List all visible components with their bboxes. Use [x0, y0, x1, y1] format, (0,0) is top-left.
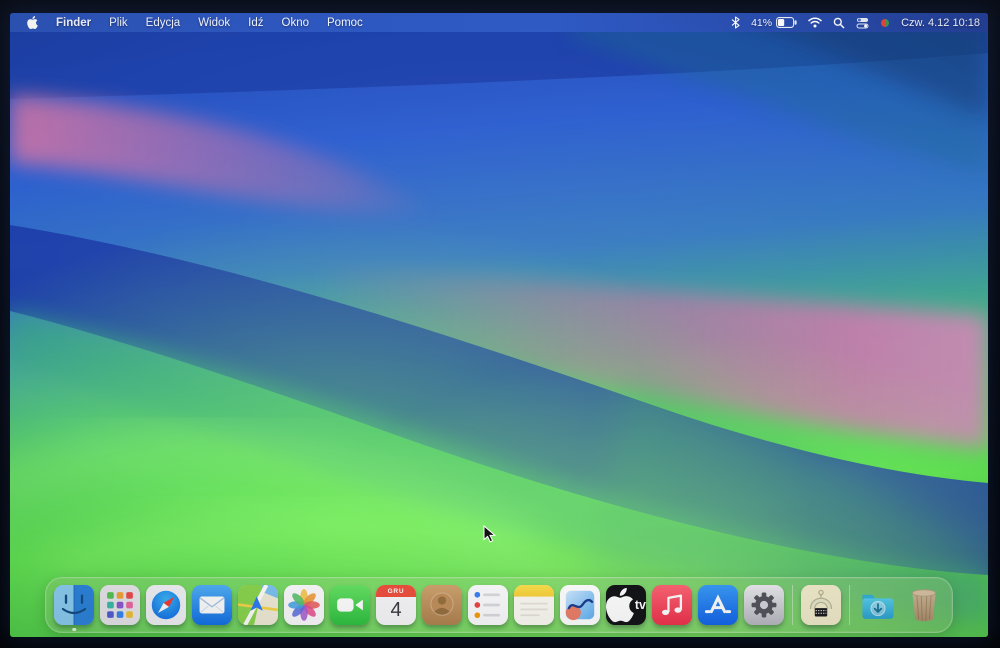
monitor-bezel: Finder Plik Edycja Widok Idź Okno Pomoc …: [0, 0, 1000, 648]
menu-widok[interactable]: Widok: [189, 17, 239, 29]
system-settings-icon: [744, 585, 784, 625]
apple-logo-icon: [27, 16, 38, 29]
dock-item-trash[interactable]: [904, 585, 944, 625]
launchpad-icon: [100, 585, 140, 625]
apple-tv-apple-glyph: [606, 587, 634, 623]
running-indicator: [72, 627, 76, 631]
photos-icon: [284, 585, 324, 625]
app-store-icon: [698, 585, 738, 625]
dock-item-contacts[interactable]: [422, 585, 462, 625]
dock-item-freeform[interactable]: [560, 585, 600, 625]
menu-bar: Finder Plik Edycja Widok Idź Okno Pomoc …: [10, 13, 988, 32]
wallpaper: [10, 13, 988, 637]
freeform-icon: [560, 585, 600, 625]
maps-icon: [238, 585, 278, 625]
menu-bar-clock[interactable]: Czw. 4.12 10:18: [901, 17, 980, 29]
control-center-icon[interactable]: [856, 17, 869, 29]
trash-icon: [912, 589, 936, 622]
finder-icon: [54, 585, 94, 625]
dock-item-mail[interactable]: [192, 585, 232, 625]
battery-icon: [776, 17, 797, 28]
menu-bar-extra-icon[interactable]: [880, 18, 890, 28]
dock-item-notes[interactable]: [514, 585, 554, 625]
menu-okno[interactable]: Okno: [273, 17, 319, 29]
desktop: Finder Plik Edycja Widok Idź Okno Pomoc …: [10, 13, 988, 637]
dock-item-system-settings[interactable]: [744, 585, 784, 625]
dock-item-reminders[interactable]: [468, 585, 508, 625]
dock-item-unarchiver[interactable]: [801, 585, 841, 625]
menu-plik[interactable]: Plik: [100, 17, 137, 29]
battery-indicator[interactable]: 41%: [751, 17, 797, 29]
dock-item-finder[interactable]: [54, 585, 94, 631]
dock-item-calendar[interactable]: GRU 4: [376, 585, 416, 625]
notes-icon: [514, 585, 554, 625]
facetime-icon: [330, 585, 370, 625]
dock-divider: [849, 585, 850, 625]
spotlight-search-icon[interactable]: [833, 17, 845, 29]
contacts-icon: [422, 585, 462, 625]
dock-divider: [792, 585, 793, 625]
menu-finder[interactable]: Finder: [47, 17, 100, 29]
dock-item-launchpad[interactable]: [100, 585, 140, 625]
menu-bar-status: 41% Czw. 4.12 10:18: [731, 16, 980, 29]
menu-pomoc[interactable]: Pomoc: [318, 17, 372, 29]
menu-idz[interactable]: Idź: [239, 17, 272, 29]
wifi-icon[interactable]: [808, 17, 822, 28]
dock-item-apple-tv[interactable]: tv: [606, 585, 646, 625]
mouse-cursor: [483, 525, 497, 543]
downloads-folder-icon: [862, 594, 894, 619]
dock-item-music[interactable]: [652, 585, 692, 625]
dock-item-maps[interactable]: [238, 585, 278, 625]
apple-menu[interactable]: [18, 16, 47, 29]
bluetooth-icon[interactable]: [731, 16, 740, 29]
menu-edycja[interactable]: Edycja: [137, 17, 190, 29]
dock-item-facetime[interactable]: [330, 585, 370, 625]
music-icon: [652, 585, 692, 625]
mail-icon: [192, 585, 232, 625]
battery-percent: 41%: [751, 16, 773, 29]
apple-tv-label: tv: [634, 598, 646, 612]
safari-icon: [146, 585, 186, 625]
dock-item-app-store[interactable]: [698, 585, 738, 625]
reminders-icon: [468, 585, 508, 625]
dock-item-downloads[interactable]: [858, 585, 898, 625]
dock-item-photos[interactable]: [284, 585, 324, 625]
dock: GRU 4 tv: [45, 577, 953, 633]
dock-item-safari[interactable]: [146, 585, 186, 625]
calendar-day-label: 4: [390, 598, 402, 621]
unarchiver-icon: [801, 585, 841, 625]
